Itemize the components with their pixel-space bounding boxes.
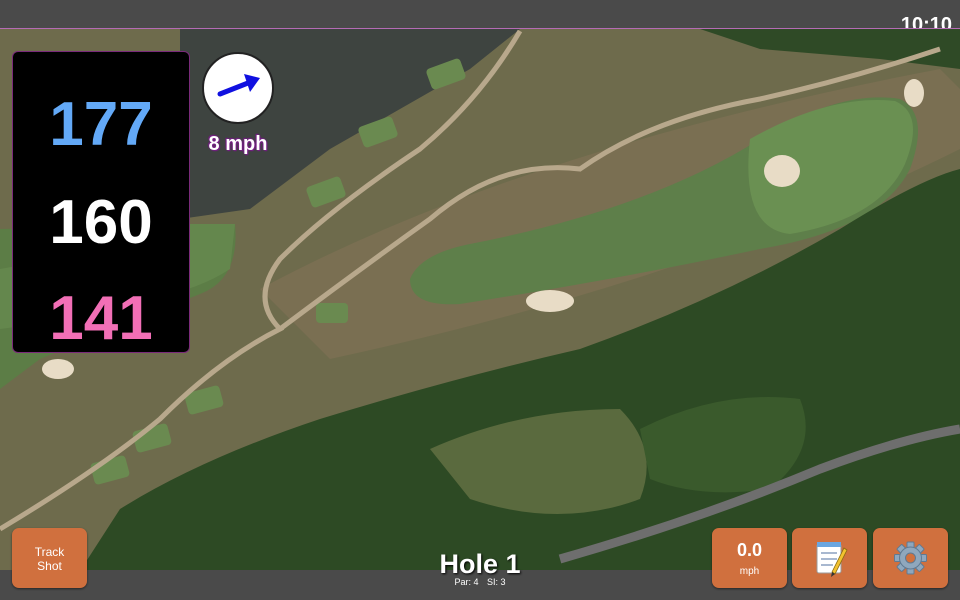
speed-unit: mph [739, 566, 760, 577]
wind-arrow-icon [217, 74, 260, 97]
status-bar [0, 0, 960, 28]
scorecard-button[interactable] [792, 528, 867, 588]
gear-icon [894, 541, 927, 575]
track-shot-line2: Shot [37, 559, 62, 573]
speed-value: 0.0 [736, 540, 763, 560]
back-distance: 177 [49, 90, 153, 159]
hole-info: Par: 4 SI: 3 [380, 577, 580, 587]
track-shot-button[interactable]: Track Shot [12, 528, 87, 588]
front-distance: 141 [49, 284, 153, 353]
settings-button[interactable] [873, 528, 948, 588]
course-map[interactable]: 177 160 141 8 mph [0, 28, 960, 571]
track-shot-line1: Track [34, 545, 65, 559]
hole-title: Hole 1 [439, 549, 521, 579]
wind-indicator [202, 52, 274, 124]
middle-distance: 160 [49, 188, 153, 257]
track-shot-label: Track Shot [12, 545, 87, 573]
speed-button[interactable]: 0.0 mph [712, 528, 787, 588]
hole-si: SI: 3 [487, 577, 506, 587]
distance-panel: 177 160 141 [12, 51, 190, 353]
wind-speed: 8 mph [208, 133, 268, 155]
notepad-icon [816, 542, 848, 577]
hole-par: Par: 4 [454, 577, 479, 587]
